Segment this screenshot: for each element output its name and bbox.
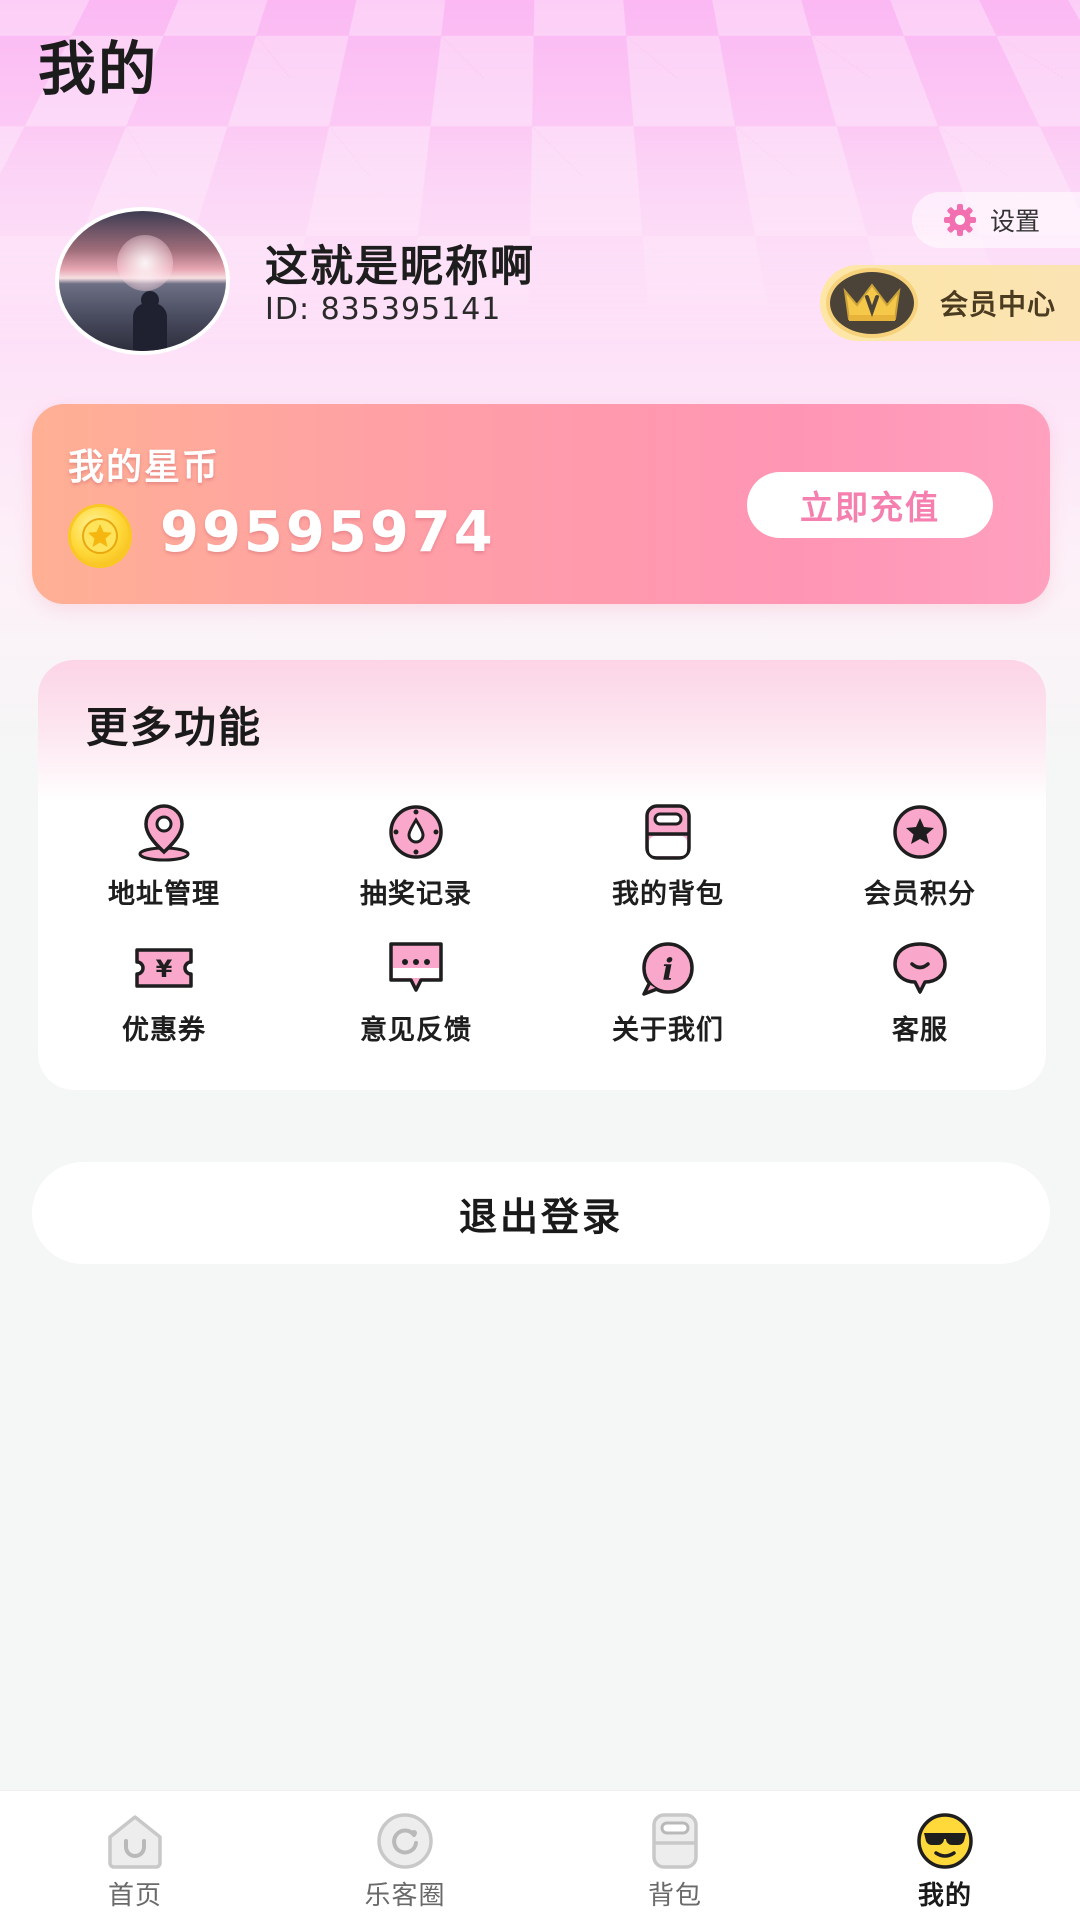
svg-text:i: i [662,953,673,988]
feature-label: 会员积分 [864,879,976,910]
feature-member-points[interactable]: 会员积分 [794,800,1046,936]
recharge-button[interactable]: 立即充值 [747,472,993,538]
feature-address-management[interactable]: 地址管理 [38,800,290,936]
feature-lottery-records[interactable]: 抽奖记录 [290,800,542,936]
features-title: 更多功能 [86,703,263,752]
feature-label: 我的背包 [612,879,724,910]
star-coin-card: 我的星币 99595974 立即充值 [32,404,1050,604]
coin-title: 我的星币 [68,447,221,488]
tab-bag[interactable]: 背包 [540,1791,810,1920]
page-title: 我的 [38,35,159,103]
gear-icon [944,204,976,236]
feature-label: 客服 [892,1015,948,1046]
feature-label: 意见反馈 [360,1015,472,1046]
avatar[interactable] [55,207,230,355]
vip-center-button[interactable]: 会员中心 [820,265,1080,341]
feature-about-us[interactable]: i 关于我们 [542,936,794,1072]
coin-amount: 99595974 [160,500,496,565]
feature-coupons[interactable]: ¥ 优惠券 [38,936,290,1072]
nickname: 这就是昵称啊 [265,242,535,292]
svg-text:¥: ¥ [156,955,173,983]
bottom-tab-bar: 首页 乐客圈 背包 我的 [0,1790,1080,1920]
tab-circle[interactable]: 乐客圈 [270,1791,540,1920]
crown-icon [843,283,901,321]
features-grid: 地址管理 抽奖记录 我的背包 会员积分 ¥ 优惠券 意见反馈 i 关于我们 客服 [38,800,1046,1080]
circle-icon [377,1813,433,1869]
vip-center-label: 会员中心 [940,288,1057,321]
coupon-icon: ¥ [135,948,193,988]
tab-label: 乐客圈 [364,1881,446,1911]
home-icon [108,1815,162,1869]
feature-label: 优惠券 [122,1015,206,1046]
settings-button[interactable]: 设置 [912,192,1080,248]
logout-button[interactable]: 退出登录 [32,1162,1050,1264]
user-id: ID: 835395141 [265,292,502,327]
location-pin-icon [138,804,190,862]
info-icon: i [642,942,694,996]
tab-label: 首页 [107,1881,162,1911]
backpack-icon [645,804,691,860]
feedback-icon [389,942,443,992]
feature-label: 关于我们 [612,1015,724,1046]
header-background [0,0,1080,760]
tab-home[interactable]: 首页 [0,1791,270,1920]
settings-label: 设置 [990,207,1041,236]
feature-label: 地址管理 [108,879,220,910]
tab-label: 我的 [917,1881,972,1911]
feature-my-backpack[interactable]: 我的背包 [542,800,794,936]
profile-cool-icon [917,1813,973,1869]
feature-feedback[interactable]: 意见反馈 [290,936,542,1072]
feature-label: 抽奖记录 [360,879,472,910]
coin-icon [68,504,132,568]
more-features-panel: 更多功能 地址管理 抽奖记录 我的背包 会员积分 ¥ 优惠券 意见反馈 i 关于… [38,660,1046,1090]
bag-icon [652,1813,698,1869]
tab-label: 背包 [647,1881,702,1911]
star-points-icon [893,805,947,859]
feature-customer-service[interactable]: 客服 [794,936,1046,1072]
tab-mine[interactable]: 我的 [810,1791,1080,1920]
lottery-icon [389,805,443,859]
crown-icon-badge [826,268,918,338]
my-page: 我的 这就是昵称啊 ID: 835395141 设置 会员中心 我的星币 995… [0,0,1080,1920]
customer-service-icon [893,942,947,994]
